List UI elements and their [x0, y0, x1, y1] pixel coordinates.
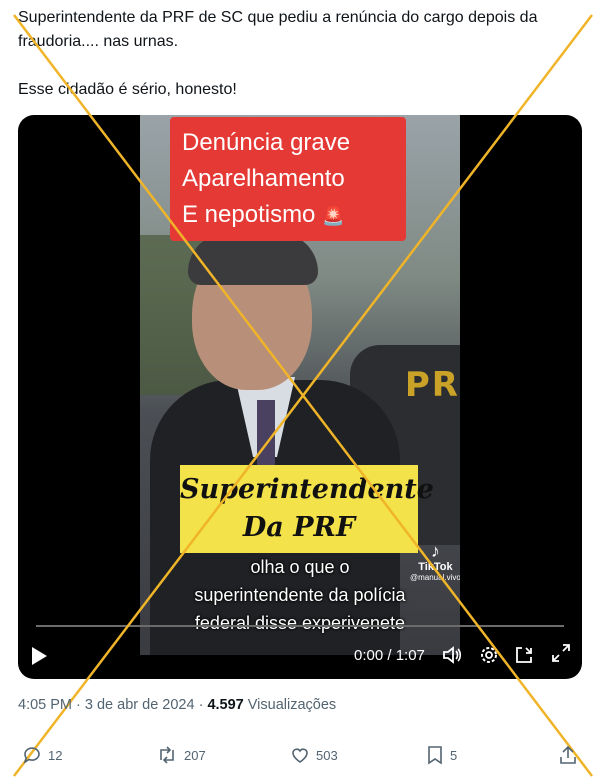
settings-icon[interactable]	[479, 645, 499, 670]
siren-icon: 🚨	[322, 206, 345, 226]
yellow-banner-line: Da PRF	[242, 512, 356, 543]
views-count: 4.597	[207, 697, 244, 713]
repost-button[interactable]: 207	[156, 745, 206, 765]
video-time: 0:00 / 1:07	[354, 647, 425, 664]
reply-icon	[23, 747, 40, 764]
tiktok-watermark: ♪ TikTok @manual.vivo	[410, 541, 460, 582]
tweet-meta: 4:05 PM · 3 de abr de 2024 · 4.597 Visua…	[18, 697, 337, 713]
red-banner-line: Denúncia grave	[182, 129, 351, 156]
reply-count: 12	[48, 747, 63, 763]
reply-button[interactable]: 12	[22, 745, 62, 765]
caption-line: superintendente da polícia	[194, 585, 406, 605]
subtitles-icon[interactable]	[514, 645, 534, 670]
views-label: Visualizações	[243, 697, 337, 713]
tiktok-label: TikTok	[418, 561, 453, 573]
repost-icon	[160, 746, 174, 764]
bookmark-count: 5	[450, 747, 458, 763]
bookmark-icon	[428, 746, 442, 765]
like-count: 503	[316, 747, 338, 763]
video-frame: PR Denúncia grave Aparelhamento E nepoti…	[140, 115, 460, 655]
video-controls: 0:00 / 1:07	[18, 637, 582, 677]
heart-icon	[292, 748, 308, 763]
tweet-text: Superintendente da PRF de SC que pediu a…	[18, 6, 590, 102]
tweet-actions: 12 207 503 5	[0, 745, 599, 771]
tiktok-icon: ♪	[430, 541, 440, 561]
car-label: PR	[404, 365, 460, 405]
volume-icon[interactable]	[442, 645, 462, 670]
play-icon[interactable]	[32, 647, 47, 665]
yellow-banner-line: Superintendente	[180, 474, 434, 505]
red-banner: Denúncia grave Aparelhamento E nepotismo…	[170, 117, 406, 241]
fullscreen-icon[interactable]	[551, 643, 571, 669]
tiktok-handle: @manual.vivo	[410, 573, 460, 582]
progress-bar[interactable]	[36, 625, 564, 627]
tweet-text-line: Esse cidadão é sério, honesto!	[18, 81, 237, 98]
tweet-text-line: Superintendente da PRF de SC que pediu a…	[18, 9, 538, 26]
red-banner-line: Aparelhamento	[182, 165, 345, 192]
bookmark-button[interactable]: 5	[426, 745, 457, 765]
yellow-banner: Superintendente Da PRF	[180, 465, 434, 553]
red-banner-line: E nepotismo	[182, 201, 316, 228]
tweet-time[interactable]: 4:05 PM	[18, 697, 72, 713]
share-button[interactable]	[558, 745, 578, 765]
tweet-date[interactable]: 3 de abr de 2024	[85, 697, 195, 713]
caption-line: federal disse experivenete	[194, 613, 406, 633]
share-icon	[560, 745, 576, 764]
like-button[interactable]: 503	[290, 745, 338, 765]
video-player[interactable]: PR Denúncia grave Aparelhamento E nepoti…	[18, 115, 582, 679]
repost-count: 207	[184, 747, 206, 763]
tweet-text-line: fraudoria.... nas urnas.	[18, 33, 179, 50]
